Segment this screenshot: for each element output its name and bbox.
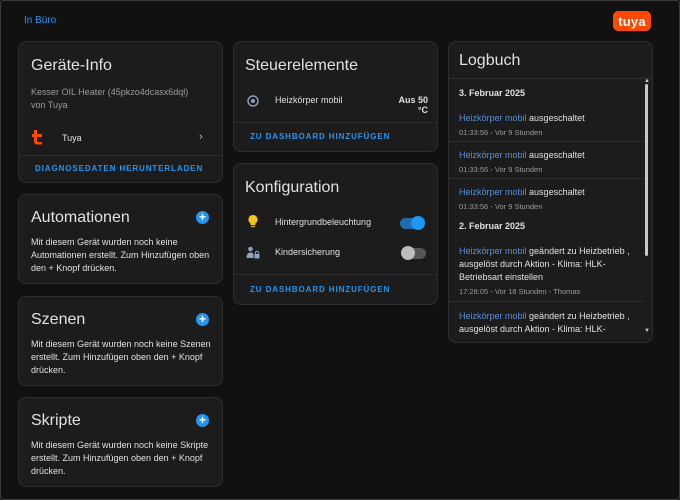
divider [19, 155, 222, 156]
config-label-child-lock: Kindersicherung [275, 247, 341, 257]
log-entry: Heizkörper mobil ausgeschaltet 01:33:56 … [459, 112, 639, 139]
log-action: ausgeschaltet [529, 113, 585, 123]
automations-card: Automationen + Mit diesem Gerät wurden n… [18, 194, 223, 284]
configuration-card: Konfiguration Hintergrundbeleuchtung Kin… [233, 163, 438, 305]
log-action: ausgeschaltet [529, 187, 585, 197]
device-model: Kesser OIL Heater (45pkzo4dcasx6dql) [31, 87, 189, 97]
log-date-header: 3. Februar 2025 [459, 88, 526, 98]
scenes-card: Szenen + Mit diesem Gerät wurden noch ke… [18, 296, 223, 386]
log-meta: 17:28:05 - Vor 18 Stunden - Thomas [459, 287, 581, 296]
device-info-card: Geräte-Info Kesser OIL Heater (45pkzo4dc… [18, 41, 223, 183]
add-script-button[interactable]: + [196, 414, 209, 427]
scripts-title: Skripte [31, 412, 81, 429]
controls-add-to-dashboard-button[interactable]: ZU DASHBOARD HINZUFÜGEN [250, 132, 390, 141]
integration-row[interactable]: Tuya › [19, 127, 222, 149]
controls-card: Steuerelemente Heizkörper mobil Aus 50 °… [233, 41, 438, 152]
chevron-right-icon: › [199, 131, 203, 143]
divider [449, 141, 645, 142]
scripts-card: Skripte + Mit diesem Gerät wurden noch k… [18, 397, 223, 487]
log-entry: Heizkörper mobil ausgeschaltet 01:33:56 … [459, 149, 639, 176]
log-meta: 01:33:56 - Vor 9 Stunden [459, 165, 543, 174]
lightbulb-icon [247, 214, 259, 234]
scenes-title: Szenen [31, 311, 86, 328]
logbook-scrollbar[interactable] [645, 84, 648, 256]
log-entry: Heizkörper mobil ausgeschaltet 01:33:56 … [459, 186, 639, 213]
scenes-empty-text: Mit diesem Gerät wurden noch keine Szene… [31, 339, 211, 375]
heater-entity-row[interactable]: Heizkörper mobil Aus 50 °C [234, 90, 437, 115]
backlight-toggle[interactable] [400, 216, 425, 230]
divider [234, 122, 437, 123]
logbook-card: Logbuch 3. Februar 2025 Heizkörper mobil… [448, 41, 653, 343]
log-entry: Heizkörper mobil geändert zu Heizbetrieb… [459, 310, 639, 336]
tuya-icon [31, 129, 45, 150]
download-diagnostics-button[interactable]: DIAGNOSEDATEN HERUNTERLADEN [35, 164, 203, 173]
heater-entity-state: Aus 50 °C [398, 95, 428, 115]
log-meta: 01:33:56 - Vor 9 Stunden [459, 128, 543, 137]
divider [449, 301, 645, 302]
device-manufacturer: von Tuya [31, 100, 68, 110]
log-entity-link[interactable]: Heizkörper mobil [459, 311, 527, 321]
config-row-backlight: Hintergrundbeleuchtung [234, 212, 437, 232]
log-date-header: 2. Februar 2025 [459, 221, 526, 231]
child-lock-toggle[interactable] [401, 246, 426, 260]
top-bar: In Büro tuya [0, 0, 680, 40]
add-automation-button[interactable]: + [196, 211, 209, 224]
integration-name: Tuya [62, 133, 82, 143]
log-entry: Heizkörper mobil geändert zu Heizbetrieb… [459, 245, 639, 298]
log-entity-link[interactable]: Heizkörper mobil [459, 246, 527, 256]
controls-title: Steuerelemente [245, 57, 358, 74]
automations-title: Automationen [31, 209, 130, 226]
breadcrumb-area-link[interactable]: In Büro [24, 15, 56, 26]
logbook-title: Logbuch [459, 52, 521, 69]
heater-entity-name: Heizkörper mobil [275, 95, 343, 105]
configuration-title: Konfiguration [245, 179, 340, 196]
config-label-backlight: Hintergrundbeleuchtung [275, 217, 372, 227]
log-entity-link[interactable]: Heizkörper mobil [459, 187, 527, 197]
divider [234, 274, 437, 275]
tuya-logo: tuya [613, 11, 651, 31]
scripts-empty-text: Mit diesem Gerät wurden noch keine Skrip… [31, 440, 209, 476]
divider [449, 178, 645, 179]
config-add-to-dashboard-button[interactable]: ZU DASHBOARD HINZUFÜGEN [250, 285, 390, 294]
log-action: ausgeschaltet [529, 150, 585, 160]
device-info-title: Geräte-Info [31, 57, 112, 74]
add-scene-button[interactable]: + [196, 313, 209, 326]
child-lock-icon [246, 246, 260, 264]
heater-icon [247, 94, 259, 112]
logbook-scroll-area[interactable]: 3. Februar 2025 Heizkörper mobil ausgesc… [449, 79, 651, 342]
log-entity-link[interactable]: Heizkörper mobil [459, 150, 527, 160]
config-row-child-lock: Kindersicherung [234, 243, 437, 263]
log-entity-link[interactable]: Heizkörper mobil [459, 113, 527, 123]
scroll-down-arrow-icon[interactable]: ▼ [644, 328, 650, 334]
log-meta: 01:33:56 - Vor 9 Stunden [459, 202, 543, 211]
automations-empty-text: Mit diesem Gerät wurden noch keine Autom… [31, 237, 210, 273]
